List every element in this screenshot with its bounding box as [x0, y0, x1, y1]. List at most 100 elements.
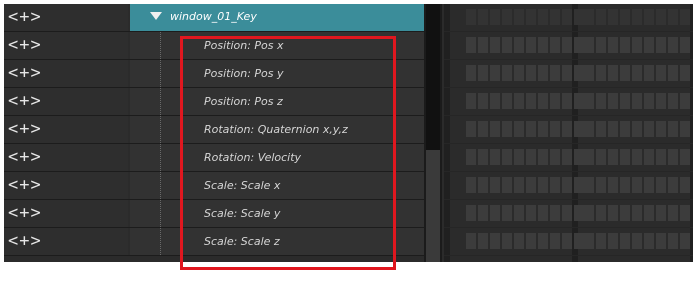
timeline-frame-cell[interactable] — [584, 233, 594, 249]
timeline-frame-cell[interactable] — [478, 37, 488, 53]
timeline-row[interactable] — [444, 228, 693, 256]
timeline-frame-cell[interactable] — [656, 37, 666, 53]
timeline-frame-cell[interactable] — [620, 233, 630, 249]
timeline-row[interactable] — [444, 88, 693, 116]
keyframe-nav-label[interactable]: <+> — [8, 231, 42, 251]
timeline-frame-cell[interactable] — [562, 93, 572, 109]
timeline-frame-cell[interactable] — [632, 233, 642, 249]
timeline-frame-cell[interactable] — [514, 121, 524, 137]
timeline-frame-cell[interactable] — [502, 205, 512, 221]
timeline-frame-cell[interactable] — [490, 121, 500, 137]
timeline-frame-cell[interactable] — [656, 9, 666, 25]
keyframe-nav-label[interactable]: <+> — [8, 119, 42, 139]
channel-row[interactable]: <+> Position: Pos z — [4, 88, 424, 116]
timeline-frame-cell[interactable] — [574, 205, 584, 221]
keyframe-nav[interactable]: <+> — [4, 172, 128, 199]
timeline-frame-cell[interactable] — [596, 37, 606, 53]
timeline-frame-cell[interactable] — [490, 177, 500, 193]
timeline-frame-cell[interactable] — [632, 121, 642, 137]
timeline-frame-cell[interactable] — [490, 233, 500, 249]
keyframe-nav-label[interactable]: <+> — [8, 63, 42, 83]
timeline-frame-cell[interactable] — [466, 93, 476, 109]
timeline-frame-cell[interactable] — [596, 177, 606, 193]
timeline-frame-cell[interactable] — [584, 149, 594, 165]
timeline-frame-cell[interactable] — [656, 233, 666, 249]
timeline-frame-cell[interactable] — [656, 177, 666, 193]
timeline-frame-cell[interactable] — [656, 149, 666, 165]
timeline-frame-cell[interactable] — [478, 121, 488, 137]
timeline-frame-cell[interactable] — [596, 65, 606, 81]
timeline-frame-cell[interactable] — [562, 9, 572, 25]
timeline-frame-cell[interactable] — [490, 37, 500, 53]
timeline-frame-cell[interactable] — [608, 65, 618, 81]
timeline-frame-cell[interactable] — [538, 37, 548, 53]
timeline-frame-cell[interactable] — [490, 65, 500, 81]
timeline-frame-cell[interactable] — [550, 205, 560, 221]
timeline-frame-cell[interactable] — [584, 37, 594, 53]
timeline-frame-cell[interactable] — [466, 177, 476, 193]
timeline-frame-cell[interactable] — [466, 149, 476, 165]
timeline-frame-cell[interactable] — [574, 93, 584, 109]
timeline-frame-cell[interactable] — [668, 93, 678, 109]
timeline-frame-cell[interactable] — [502, 9, 512, 25]
timeline-frame-cell[interactable] — [550, 121, 560, 137]
timeline-frame-cell[interactable] — [514, 9, 524, 25]
timeline-frame-cell[interactable] — [656, 65, 666, 81]
timeline-frame-cell[interactable] — [502, 37, 512, 53]
timeline-grid[interactable] — [444, 4, 693, 262]
timeline-frame-cell[interactable] — [668, 205, 678, 221]
timeline-frame-cell[interactable] — [502, 93, 512, 109]
timeline-frame-cell[interactable] — [478, 205, 488, 221]
timeline-frame-cell[interactable] — [668, 65, 678, 81]
timeline-frame-cell[interactable] — [538, 149, 548, 165]
timeline-row[interactable] — [444, 4, 693, 32]
timeline-frame-cell[interactable] — [574, 9, 584, 25]
timeline-frame-cell[interactable] — [466, 37, 476, 53]
timeline-frame-cell[interactable] — [514, 37, 524, 53]
timeline-frame-cell[interactable] — [526, 9, 536, 25]
timeline-frame-cell[interactable] — [550, 233, 560, 249]
channel-row[interactable]: <+> Position: Pos y — [4, 60, 424, 88]
timeline-frame-cell[interactable] — [644, 149, 654, 165]
timeline-frame-cell[interactable] — [620, 205, 630, 221]
channel-name-cell[interactable]: Position: Pos x — [130, 32, 424, 59]
keyframe-nav[interactable]: <+> — [4, 116, 128, 143]
timeline-frame-cell[interactable] — [526, 37, 536, 53]
timeline-frame-cell[interactable] — [596, 121, 606, 137]
timeline-frame-cell[interactable] — [526, 65, 536, 81]
timeline-frame-cell[interactable] — [680, 9, 690, 25]
channel-row[interactable]: <+> Scale: Scale y — [4, 200, 424, 228]
timeline-frame-cell[interactable] — [644, 93, 654, 109]
timeline-frame-cell[interactable] — [620, 65, 630, 81]
channel-row[interactable]: <+> Position: Pos x — [4, 32, 424, 60]
timeline-frame-cell[interactable] — [656, 205, 666, 221]
timeline-frame-cell[interactable] — [514, 65, 524, 81]
timeline-row[interactable] — [444, 172, 693, 200]
channel-name-cell[interactable]: Position: Pos z — [130, 88, 424, 115]
timeline-frame-cell[interactable] — [680, 65, 690, 81]
timeline-frame-cell[interactable] — [668, 177, 678, 193]
timeline-frame-cell[interactable] — [538, 93, 548, 109]
timeline-frame-cell[interactable] — [550, 177, 560, 193]
timeline-frame-cell[interactable] — [502, 233, 512, 249]
keyframe-nav[interactable]: <+> — [4, 228, 128, 255]
timeline-frame-cell[interactable] — [562, 233, 572, 249]
timeline-frame-cell[interactable] — [538, 65, 548, 81]
timeline-frame-cell[interactable] — [620, 177, 630, 193]
timeline-frame-cell[interactable] — [656, 93, 666, 109]
timeline-frame-cell[interactable] — [478, 233, 488, 249]
timeline-row[interactable] — [444, 32, 693, 60]
timeline-frame-cell[interactable] — [632, 205, 642, 221]
timeline-frame-cell[interactable] — [584, 205, 594, 221]
timeline-frame-cell[interactable] — [596, 233, 606, 249]
keyframe-nav-label[interactable]: <+> — [8, 175, 42, 195]
timeline-frame-cell[interactable] — [584, 9, 594, 25]
timeline-frame-cell[interactable] — [466, 121, 476, 137]
timeline-frame-cell[interactable] — [584, 93, 594, 109]
timeline-frame-cell[interactable] — [466, 65, 476, 81]
timeline-frame-cell[interactable] — [632, 65, 642, 81]
timeline-frame-cell[interactable] — [490, 9, 500, 25]
timeline-frame-cell[interactable] — [620, 9, 630, 25]
timeline-frame-cell[interactable] — [584, 177, 594, 193]
keyframe-nav[interactable]: <+> — [4, 4, 128, 31]
